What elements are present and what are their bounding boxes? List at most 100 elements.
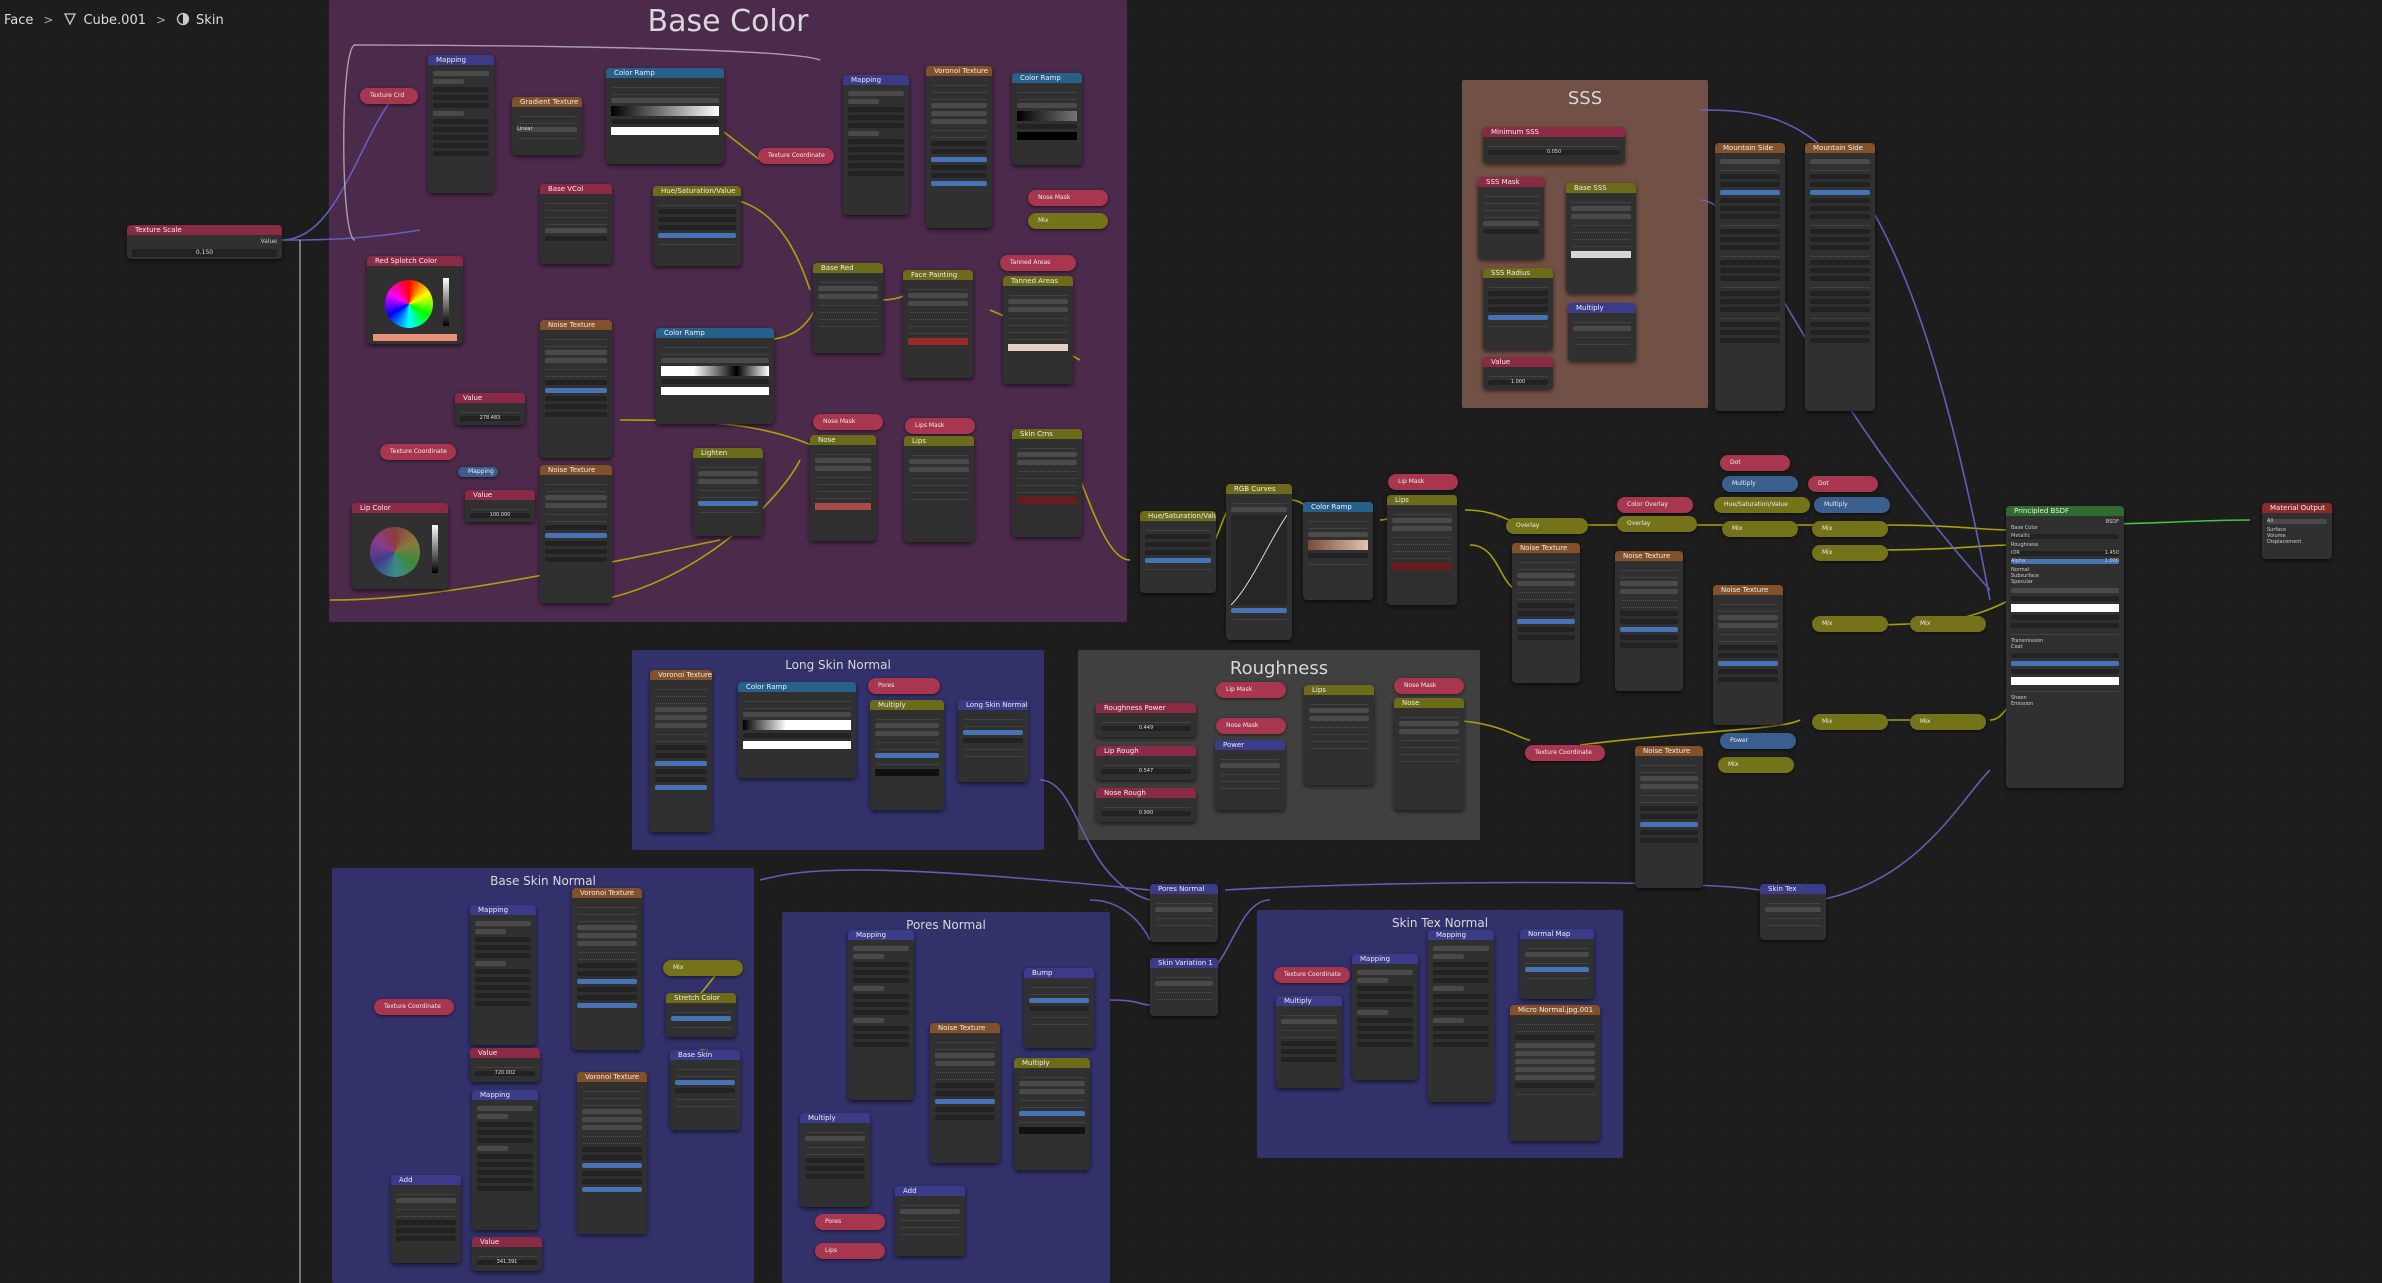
reroute-texture-coordinate[interactable]: Texture Coordinate [1274, 967, 1350, 983]
reroute-lip-mask[interactable]: Lip Mask [1388, 474, 1458, 490]
color-wheel[interactable] [370, 527, 420, 577]
node-stretch-color[interactable]: Stretch Color [666, 993, 736, 1037]
node-red-splotch-color[interactable]: Red Splotch Color [367, 256, 463, 344]
color-swatch[interactable] [1392, 563, 1452, 570]
node-mapping[interactable]: Mapping [843, 75, 909, 215]
node-mix[interactable]: Nose [810, 435, 876, 541]
node-add[interactable]: Add [895, 1186, 965, 1256]
value-slider[interactable] [432, 525, 438, 573]
reroute-nose-mask[interactable]: Nose Mask [813, 414, 883, 430]
reroute-mix[interactable]: Mix [1812, 616, 1888, 632]
extension-select[interactable] [1515, 1059, 1595, 1064]
node-noise-texture[interactable]: Noise Texture [1713, 585, 1783, 725]
node-value[interactable]: Value 341.391 [472, 1237, 542, 1271]
node-value[interactable]: Value 100.000 [465, 490, 535, 522]
node-voronoi-texture[interactable]: Voronoi Texture [650, 670, 712, 832]
interpolation-select[interactable] [1515, 1043, 1595, 1048]
node-bump[interactable]: Bump [1024, 968, 1094, 1048]
color-ramp-gradient[interactable] [611, 106, 719, 116]
reroute-mix[interactable]: Mix [1812, 521, 1888, 537]
reroute-mix[interactable]: Mix [1722, 521, 1798, 537]
reroute-color-overlay[interactable]: Color Overlay [1617, 497, 1693, 513]
node-noise-texture[interactable]: Noise Texture [1615, 551, 1683, 691]
reroute-multiply[interactable]: Multiply [1722, 476, 1798, 492]
reroute-nose-mask[interactable]: Nose Mask [1394, 678, 1464, 694]
reroute-nose-mask[interactable]: Nose Mask [1216, 718, 1286, 734]
node-noise-texture[interactable]: Noise Texture [540, 465, 612, 603]
node-tanned-areas[interactable]: Tanned Areas [1003, 276, 1073, 384]
target-select[interactable]: All [2267, 519, 2327, 524]
color-swatch[interactable] [875, 769, 939, 776]
panel-specular[interactable]: Specular [2011, 579, 2119, 585]
node-power[interactable]: Power [1215, 740, 1285, 810]
node-mapping[interactable]: Mapping [1428, 930, 1494, 1102]
value-field[interactable]: 0.050 [1488, 150, 1620, 155]
node-hue-saturation-value[interactable]: Hue/Saturation/Value [653, 186, 741, 266]
reroute-dot[interactable]: Dot [1720, 455, 1790, 471]
reroute-overlay[interactable]: Overlay [1617, 516, 1697, 532]
color-swatch[interactable] [1017, 132, 1077, 140]
node-skin-tex[interactable]: Skin Tex [1760, 884, 1826, 940]
value-slider[interactable] [443, 278, 449, 326]
reroute-lip-mask[interactable]: Lip Mask [1216, 682, 1286, 698]
value-field[interactable]: 341.391 [477, 1260, 537, 1265]
node-voronoi-texture[interactable]: Voronoi Texture [577, 1072, 647, 1234]
reroute-texture-coordinate[interactable]: Texture Coordinate [758, 148, 834, 164]
node-pores-normal[interactable]: Pores Normal [1150, 884, 1218, 942]
reroute-mix[interactable]: Mix [1812, 545, 1888, 561]
reroute-nose-mask[interactable]: Nose Mask [1028, 190, 1108, 206]
reroute-hue-saturation[interactable]: Hue/Saturation/Value [1714, 497, 1810, 513]
node-lip-rough[interactable]: Lip Rough 0.547 [1096, 746, 1196, 780]
node-base-red[interactable]: Base Red [813, 263, 883, 353]
node-value[interactable]: Value 1.000 [1483, 357, 1553, 389]
node-color-ramp[interactable]: Color Ramp [1012, 73, 1082, 165]
reroute-texture-coordinate[interactable]: Texture Coordinate [1525, 745, 1605, 761]
color-swatch[interactable] [611, 127, 719, 135]
breadcrumb-item-object[interactable]: Cube.001 [63, 12, 146, 28]
image-selector[interactable] [1515, 1035, 1595, 1040]
value-field[interactable]: 0.150 [132, 249, 277, 257]
node-micro-normal-image[interactable]: Micro Normal.jpg.001 [1510, 1005, 1600, 1141]
node-noise-texture[interactable]: Noise Texture [930, 1023, 1000, 1163]
node-rgb-curves[interactable]: RGB Curves [1226, 484, 1292, 640]
color-swatch[interactable] [1008, 344, 1068, 351]
node-noise-texture[interactable]: Noise Texture [1635, 746, 1703, 888]
value-field[interactable]: 1.000 [1488, 380, 1548, 385]
node-multiply[interactable]: Multiply [870, 700, 944, 810]
node-hue-saturation-value[interactable]: Hue/Saturation/Value [1140, 511, 1216, 593]
space-select[interactable] [1525, 952, 1589, 957]
color-swatch[interactable] [1017, 497, 1077, 504]
node-color-ramp[interactable]: Color Ramp [1303, 502, 1373, 600]
node-editor-canvas[interactable]: Face > Cube.001 > Skin Base Color SSS Lo… [0, 0, 2382, 1283]
node-mapping[interactable]: Mapping [1352, 954, 1418, 1080]
node-noise-texture[interactable]: Noise Texture [1512, 543, 1580, 683]
reroute-tanned-areas[interactable]: Tanned Areas [1000, 255, 1076, 271]
node-minimum-sss[interactable]: Minimum SSS 0.050 [1483, 127, 1625, 163]
node-mountain-side[interactable]: Mountain Side [1805, 143, 1875, 411]
node-lips[interactable]: Lips [1387, 495, 1457, 605]
alpha-field[interactable]: Alpha 1.000 [2011, 559, 2119, 564]
node-normal-map[interactable]: Normal Map [1520, 929, 1594, 999]
color-swatch[interactable] [1571, 251, 1631, 258]
node-lighten[interactable]: Lighten [693, 448, 763, 536]
gradient-type-select[interactable]: Linear [517, 127, 577, 132]
node-color-ramp[interactable]: Color Ramp [738, 682, 856, 778]
reroute-mix[interactable]: Mix [1910, 714, 1986, 730]
type-select[interactable] [1483, 221, 1539, 226]
node-sss-radius[interactable]: SSS Radius [1483, 268, 1553, 350]
reroute-mapping[interactable]: Mapping [458, 467, 498, 477]
node-nose-rough[interactable]: Nose Rough 0.990 [1096, 788, 1196, 822]
alpha-select[interactable] [1515, 1083, 1595, 1088]
reroute-lips-mask[interactable]: Lips Mask [905, 418, 975, 434]
node-gradient-texture[interactable]: Gradient Texture Linear [512, 97, 582, 155]
node-base-vcol[interactable]: Base VCol [540, 184, 612, 264]
node-multiply[interactable]: Multiply [1014, 1058, 1090, 1170]
node-face-painting[interactable]: Face Painting [903, 270, 973, 378]
metallic-field[interactable]: Metallic [2011, 534, 2119, 539]
node-mountain-side[interactable]: Mountain Side [1715, 143, 1785, 411]
type-select[interactable] [545, 228, 607, 233]
name-field[interactable] [1483, 229, 1539, 234]
color-ramp-gradient[interactable] [1017, 111, 1077, 121]
value-field[interactable]: 0.547 [1101, 769, 1191, 774]
node-value[interactable]: Value 278.483 [455, 393, 525, 425]
